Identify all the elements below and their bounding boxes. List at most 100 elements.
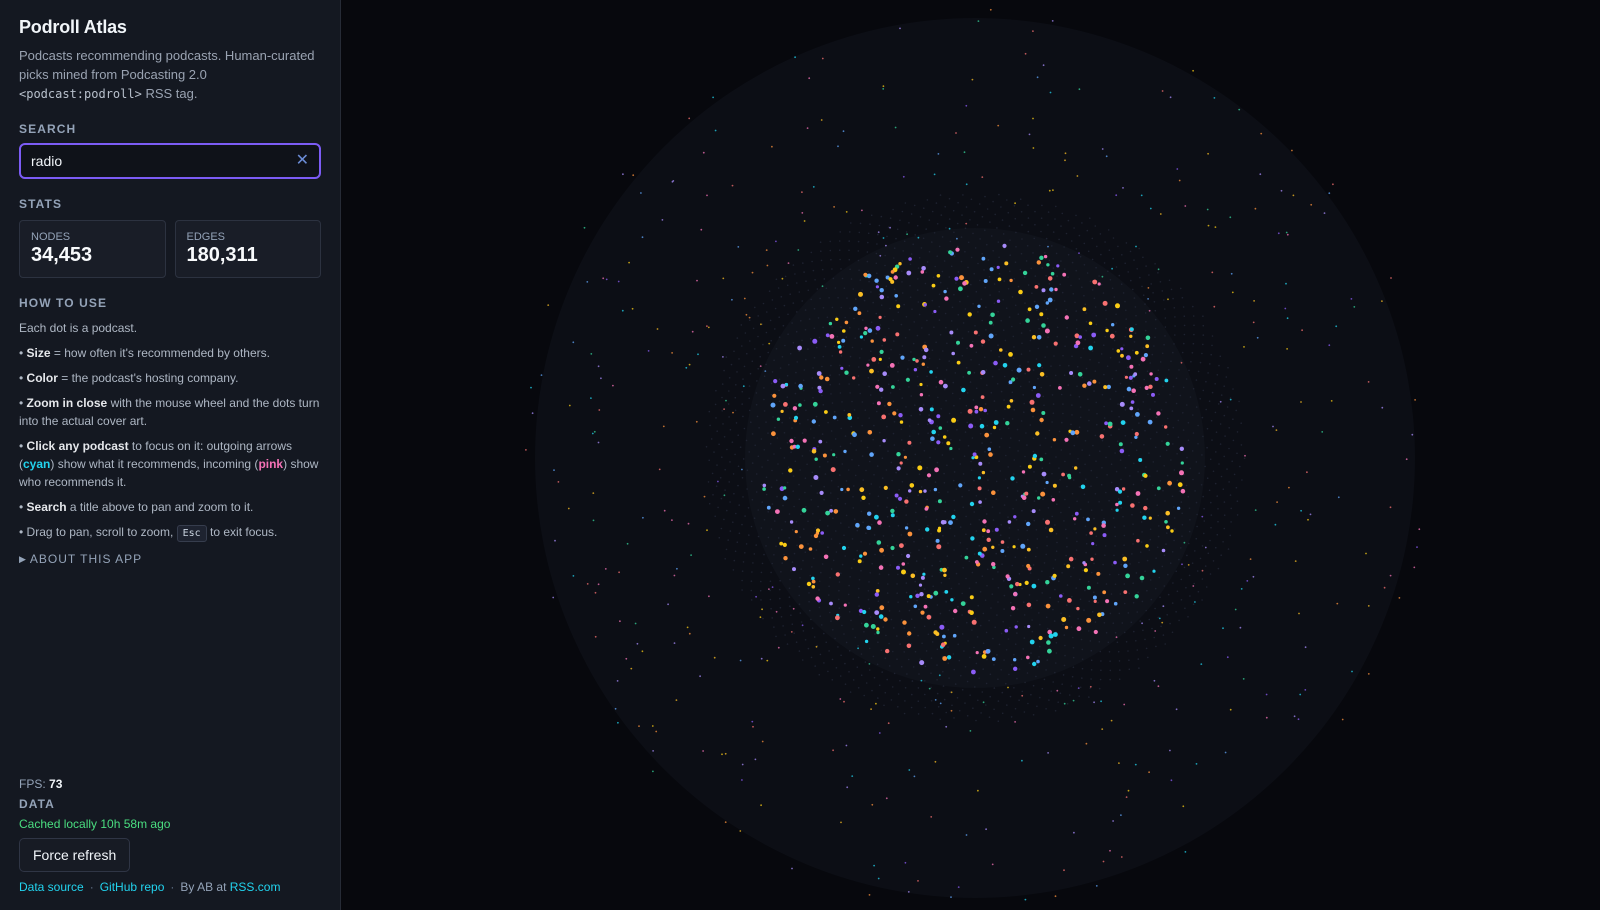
podcast-node[interactable]: [1046, 640, 1051, 645]
podcast-node[interactable]: [870, 339, 874, 343]
podcast-node[interactable]: [1032, 385, 1036, 390]
podcast-node[interactable]: [950, 896, 952, 898]
about-toggle[interactable]: ▶ ABOUT THIS APP: [19, 552, 321, 566]
podcast-node[interactable]: [1140, 356, 1146, 362]
podcast-node[interactable]: [1414, 399, 1416, 401]
podcast-node[interactable]: [612, 384, 614, 387]
podcast-node[interactable]: [1110, 719, 1113, 722]
podcast-node[interactable]: [996, 299, 1001, 303]
podcast-node[interactable]: [977, 476, 982, 480]
podcast-node[interactable]: [829, 508, 833, 513]
podcast-node[interactable]: [1024, 898, 1027, 901]
podcast-node[interactable]: [764, 370, 767, 372]
podcast-node[interactable]: [1086, 517, 1090, 522]
podcast-node[interactable]: [997, 124, 1000, 127]
podcast-node[interactable]: [1153, 679, 1156, 682]
podcast-node[interactable]: [918, 583, 923, 587]
podcast-node[interactable]: [991, 657, 996, 661]
podcast-node[interactable]: [1117, 489, 1123, 494]
podcast-node[interactable]: [942, 435, 947, 439]
podcast-node[interactable]: [1091, 542, 1095, 546]
podcast-node[interactable]: [1047, 245, 1049, 248]
podcast-node[interactable]: [619, 620, 621, 623]
podcast-node[interactable]: [813, 533, 819, 539]
podcast-node[interactable]: [1064, 437, 1069, 442]
podcast-node[interactable]: [967, 312, 972, 317]
podcast-node[interactable]: [907, 531, 913, 537]
podcast-node[interactable]: [1129, 364, 1134, 369]
podcast-node[interactable]: [1004, 261, 1009, 266]
github-repo-link[interactable]: GitHub repo: [100, 880, 165, 894]
podcast-node[interactable]: [776, 417, 781, 421]
podcast-node[interactable]: [1284, 307, 1287, 310]
podcast-node[interactable]: [813, 475, 819, 480]
podcast-node[interactable]: [1046, 263, 1050, 267]
podcast-node[interactable]: [922, 355, 927, 360]
podcast-node[interactable]: [842, 329, 846, 333]
podcast-node[interactable]: [933, 173, 936, 176]
podcast-node[interactable]: [853, 306, 858, 311]
podcast-node[interactable]: [779, 541, 784, 546]
podcast-node[interactable]: [1024, 580, 1029, 586]
podcast-node[interactable]: [1032, 661, 1037, 667]
podcast-node[interactable]: [708, 595, 710, 598]
podcast-node[interactable]: [1013, 515, 1017, 519]
podcast-node[interactable]: [754, 758, 757, 761]
podcast-node[interactable]: [1192, 69, 1194, 72]
podcast-node[interactable]: [885, 244, 887, 247]
podcast-node[interactable]: [706, 325, 708, 327]
podcast-node[interactable]: [1026, 367, 1031, 372]
podcast-node[interactable]: [877, 231, 880, 234]
podcast-node[interactable]: [977, 789, 979, 792]
podcast-node[interactable]: [867, 430, 873, 435]
podcast-node[interactable]: [671, 352, 673, 354]
podcast-node[interactable]: [1102, 590, 1107, 595]
podcast-node[interactable]: [879, 349, 884, 354]
podcast-node[interactable]: [885, 648, 890, 654]
podcast-node[interactable]: [1304, 646, 1307, 649]
podcast-node[interactable]: [1064, 625, 1069, 630]
podcast-node[interactable]: [614, 707, 617, 710]
podcast-node[interactable]: [663, 509, 666, 512]
podcast-node[interactable]: [877, 520, 882, 525]
podcast-node[interactable]: [1180, 461, 1184, 465]
podcast-node[interactable]: [1148, 384, 1153, 389]
podcast-node[interactable]: [1002, 243, 1007, 248]
podcast-node[interactable]: [970, 536, 975, 541]
podcast-node[interactable]: [852, 432, 857, 438]
podcast-node[interactable]: [1300, 509, 1302, 512]
podcast-node[interactable]: [1107, 421, 1113, 427]
podcast-node[interactable]: [881, 414, 887, 420]
podcast-node[interactable]: [840, 821, 842, 824]
podcast-node[interactable]: [699, 675, 701, 678]
podcast-node[interactable]: [920, 575, 925, 580]
podcast-node[interactable]: [993, 360, 998, 366]
podcast-node[interactable]: [815, 528, 821, 533]
podcast-node[interactable]: [1299, 693, 1302, 696]
podcast-node[interactable]: [673, 642, 676, 644]
podcast-node[interactable]: [1027, 464, 1032, 469]
podcast-node[interactable]: [1390, 277, 1392, 279]
podcast-node[interactable]: [1105, 328, 1109, 333]
podcast-node[interactable]: [971, 669, 976, 675]
podcast-node[interactable]: [1252, 575, 1255, 578]
podcast-node[interactable]: [956, 340, 960, 345]
podcast-node[interactable]: [1120, 814, 1122, 816]
podcast-node[interactable]: [923, 604, 928, 609]
podcast-node[interactable]: [1052, 438, 1057, 442]
podcast-node[interactable]: [789, 438, 794, 444]
podcast-node[interactable]: [1138, 458, 1143, 462]
podcast-node[interactable]: [977, 486, 982, 491]
podcast-node[interactable]: [1286, 348, 1288, 350]
podcast-node[interactable]: [1014, 625, 1018, 629]
podcast-node[interactable]: [890, 545, 895, 551]
podcast-node[interactable]: [811, 579, 816, 584]
podcast-node[interactable]: [905, 377, 911, 382]
podcast-node[interactable]: [879, 294, 885, 300]
podcast-node[interactable]: [1211, 271, 1214, 274]
podcast-node[interactable]: [600, 377, 602, 380]
podcast-node[interactable]: [1147, 419, 1153, 425]
podcast-node[interactable]: [616, 680, 619, 682]
podcast-node[interactable]: [743, 297, 746, 300]
podcast-node[interactable]: [1254, 207, 1257, 210]
